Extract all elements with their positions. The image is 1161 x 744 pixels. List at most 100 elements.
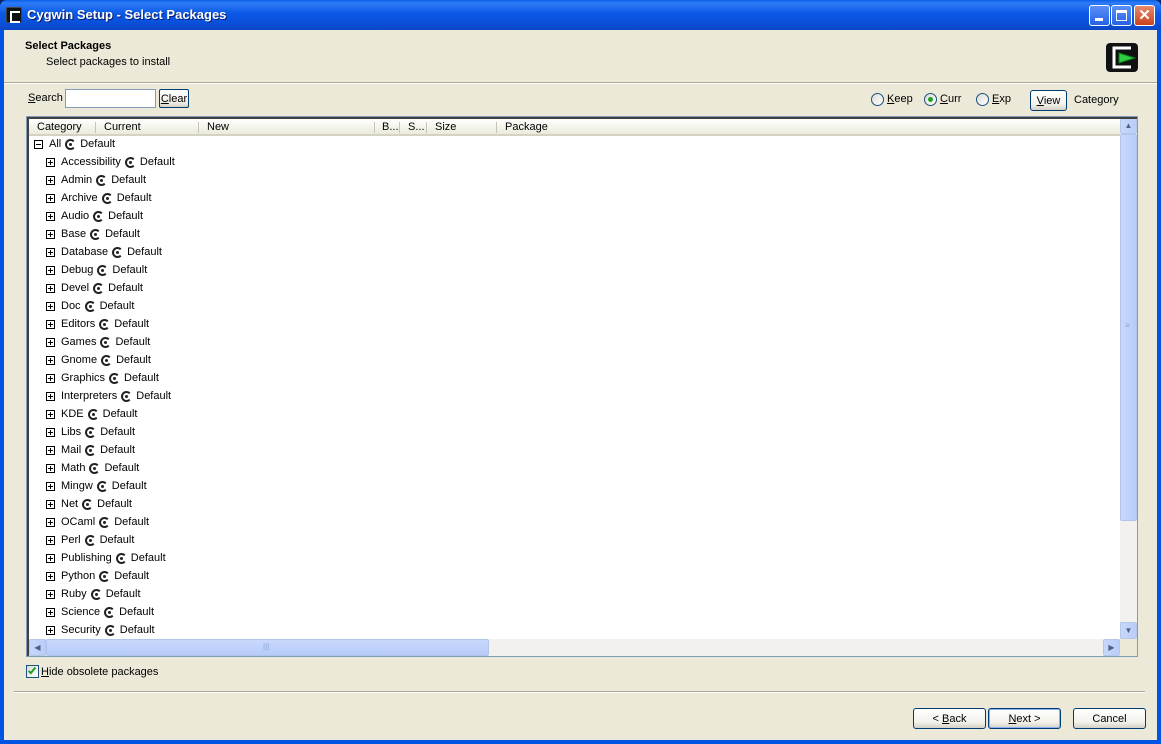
tree-row-category[interactable]: Base Default (29, 226, 1120, 244)
expand-icon[interactable] (46, 194, 55, 203)
expand-icon[interactable] (46, 608, 55, 617)
back-button[interactable]: < Back (913, 708, 986, 729)
view-button[interactable]: View (1030, 90, 1067, 111)
tree-row-category[interactable]: Libs Default (29, 424, 1120, 442)
expand-icon[interactable] (46, 536, 55, 545)
expand-icon[interactable] (46, 518, 55, 527)
cycle-action-icon[interactable] (121, 391, 133, 402)
minimize-button[interactable] (1089, 5, 1110, 26)
tree-row-category[interactable]: OCaml Default (29, 514, 1120, 532)
title-bar[interactable]: Cygwin Setup - Select Packages ✕ (0, 0, 1161, 30)
cycle-action-icon[interactable] (89, 463, 101, 474)
maximize-button[interactable] (1111, 5, 1132, 26)
cycle-action-icon[interactable] (124, 157, 136, 168)
expand-icon[interactable] (46, 212, 55, 221)
cycle-action-icon[interactable] (112, 247, 124, 258)
tree-row-category[interactable]: Audio Default (29, 208, 1120, 226)
expand-icon[interactable] (46, 410, 55, 419)
next-button[interactable]: Next > (988, 708, 1061, 729)
expand-icon[interactable] (46, 572, 55, 581)
cycle-action-icon[interactable] (100, 337, 112, 348)
cancel-button[interactable]: Cancel (1073, 708, 1146, 729)
horizontal-scroll-thumb[interactable]: ||| (46, 639, 489, 656)
clear-button[interactable]: Clear (159, 89, 189, 108)
scroll-right-icon[interactable]: ▶ (1103, 639, 1120, 656)
cycle-action-icon[interactable] (109, 373, 121, 384)
cycle-action-icon[interactable] (65, 139, 77, 150)
scroll-up-icon[interactable]: ▲ (1120, 117, 1137, 134)
tree-row-category[interactable]: Publishing Default (29, 550, 1120, 568)
cycle-action-icon[interactable] (96, 481, 108, 492)
tree-row-category[interactable]: Doc Default (29, 298, 1120, 316)
tree-row-category[interactable]: KDE Default (29, 406, 1120, 424)
tree-row-category[interactable]: Gnome Default (29, 352, 1120, 370)
cycle-action-icon[interactable] (82, 499, 94, 510)
close-button[interactable]: ✕ (1134, 5, 1155, 26)
cygwin-app-icon[interactable] (6, 7, 22, 23)
search-input[interactable] (65, 89, 156, 108)
expand-icon[interactable] (46, 428, 55, 437)
cycle-action-icon[interactable] (90, 229, 102, 240)
tree-row-category[interactable]: Archive Default (29, 190, 1120, 208)
cycle-action-icon[interactable] (97, 265, 109, 276)
cycle-action-icon[interactable] (96, 175, 108, 186)
expand-icon[interactable] (46, 446, 55, 455)
column-package[interactable]: Package (505, 121, 548, 133)
expand-icon[interactable] (46, 248, 55, 257)
cycle-action-icon[interactable] (115, 553, 127, 564)
tree-row-category[interactable]: Mail Default (29, 442, 1120, 460)
vertical-scroll-thumb[interactable]: ≡ (1120, 134, 1137, 521)
cycle-action-icon[interactable] (90, 589, 102, 600)
column-binary[interactable]: B... (382, 121, 399, 133)
column-size[interactable]: Size (435, 121, 456, 133)
tree-row-all[interactable]: All Default (29, 136, 1120, 154)
tree-row-category[interactable]: Interpreters Default (29, 388, 1120, 406)
cycle-action-icon[interactable] (93, 211, 105, 222)
vertical-scrollbar[interactable]: ▲ ≡ ▼ (1120, 117, 1137, 639)
cycle-action-icon[interactable] (99, 571, 111, 582)
expand-icon[interactable] (46, 482, 55, 491)
tree-row-category[interactable]: Accessibility Default (29, 154, 1120, 172)
cycle-action-icon[interactable] (104, 607, 116, 618)
expand-icon[interactable] (46, 230, 55, 239)
expand-icon[interactable] (46, 392, 55, 401)
cycle-action-icon[interactable] (104, 625, 116, 636)
expand-icon[interactable] (46, 590, 55, 599)
cycle-action-icon[interactable] (85, 445, 97, 456)
cycle-action-icon[interactable] (101, 193, 113, 204)
tree-row-category[interactable]: Perl Default (29, 532, 1120, 550)
tree-row-category[interactable]: Debug Default (29, 262, 1120, 280)
expand-icon[interactable] (46, 266, 55, 275)
tree-row-category[interactable]: Editors Default (29, 316, 1120, 334)
tree-row-category[interactable]: Devel Default (29, 280, 1120, 298)
collapse-icon[interactable] (34, 140, 43, 149)
scroll-left-icon[interactable]: ◀ (29, 639, 46, 656)
expand-icon[interactable] (46, 338, 55, 347)
column-source[interactable]: S... (408, 121, 425, 133)
expand-icon[interactable] (46, 626, 55, 635)
cycle-action-icon[interactable] (99, 319, 111, 330)
hide-obsolete-label[interactable]: Hide obsolete packages (41, 666, 158, 678)
expand-icon[interactable] (46, 464, 55, 473)
tree-row-category[interactable]: Admin Default (29, 172, 1120, 190)
cycle-action-icon[interactable] (84, 535, 96, 546)
hide-obsolete-checkbox[interactable] (26, 665, 39, 678)
expand-icon[interactable] (46, 176, 55, 185)
cycle-action-icon[interactable] (87, 409, 99, 420)
tree-row-category[interactable]: Security Default (29, 622, 1120, 640)
expand-icon[interactable] (46, 356, 55, 365)
expand-icon[interactable] (46, 302, 55, 311)
expand-icon[interactable] (46, 554, 55, 563)
column-category[interactable]: Category (37, 121, 82, 133)
scroll-down-icon[interactable]: ▼ (1120, 622, 1137, 639)
expand-icon[interactable] (46, 284, 55, 293)
cycle-action-icon[interactable] (101, 355, 113, 366)
package-list[interactable]: Category Current New B... S... Size Pack… (26, 116, 1138, 657)
cycle-action-icon[interactable] (85, 427, 97, 438)
column-current[interactable]: Current (104, 121, 141, 133)
cycle-action-icon[interactable] (84, 301, 96, 312)
cycle-action-icon[interactable] (99, 517, 111, 528)
tree-row-category[interactable]: Graphics Default (29, 370, 1120, 388)
tree-row-category[interactable]: Science Default (29, 604, 1120, 622)
tree-row-category[interactable]: Database Default (29, 244, 1120, 262)
